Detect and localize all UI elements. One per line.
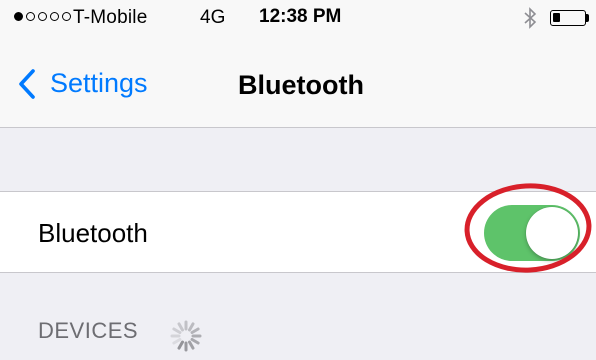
signal-dot <box>38 12 47 21</box>
loading-spinner-icon <box>170 320 202 352</box>
signal-dot <box>62 12 71 21</box>
devices-section-header: DEVICES <box>38 318 139 343</box>
signal-dot <box>26 12 35 21</box>
spinner-spoke <box>172 338 182 345</box>
spinner-spoke <box>177 340 184 350</box>
navigation-bar: Settings Bluetooth <box>0 40 596 127</box>
status-bar: T-Mobile 4G 12:38 PM <box>0 0 596 40</box>
spinner-spoke <box>172 327 182 334</box>
spinner-spoke <box>188 322 195 332</box>
chevron-left-icon <box>19 68 35 99</box>
back-button[interactable]: Settings <box>18 68 148 99</box>
spinner-spoke <box>188 340 195 350</box>
signal-strength-indicator <box>14 12 71 21</box>
bluetooth-icon <box>524 7 537 29</box>
toggle-knob <box>526 207 578 259</box>
battery-level-fill <box>553 13 560 22</box>
back-button-label: Settings <box>50 68 148 98</box>
spinner-spoke <box>177 322 184 332</box>
spinner-spoke <box>190 327 200 334</box>
bluetooth-toggle[interactable] <box>484 205 580 261</box>
bluetooth-setting-label: Bluetooth <box>38 218 148 248</box>
carrier-name: T-Mobile <box>73 7 148 28</box>
page-title: Bluetooth <box>238 70 364 100</box>
battery-tip <box>586 14 589 22</box>
signal-dot <box>14 12 23 21</box>
signal-dot <box>50 12 59 21</box>
spinner-spoke <box>190 338 200 345</box>
status-time: 12:38 PM <box>259 6 342 27</box>
bluetooth-setting-row: Bluetooth <box>0 191 596 273</box>
bluetooth-settings-screen: T-Mobile 4G 12:38 PM Settings Bluetooth … <box>0 0 596 360</box>
battery-icon <box>550 10 586 26</box>
network-type: 4G <box>200 7 226 28</box>
